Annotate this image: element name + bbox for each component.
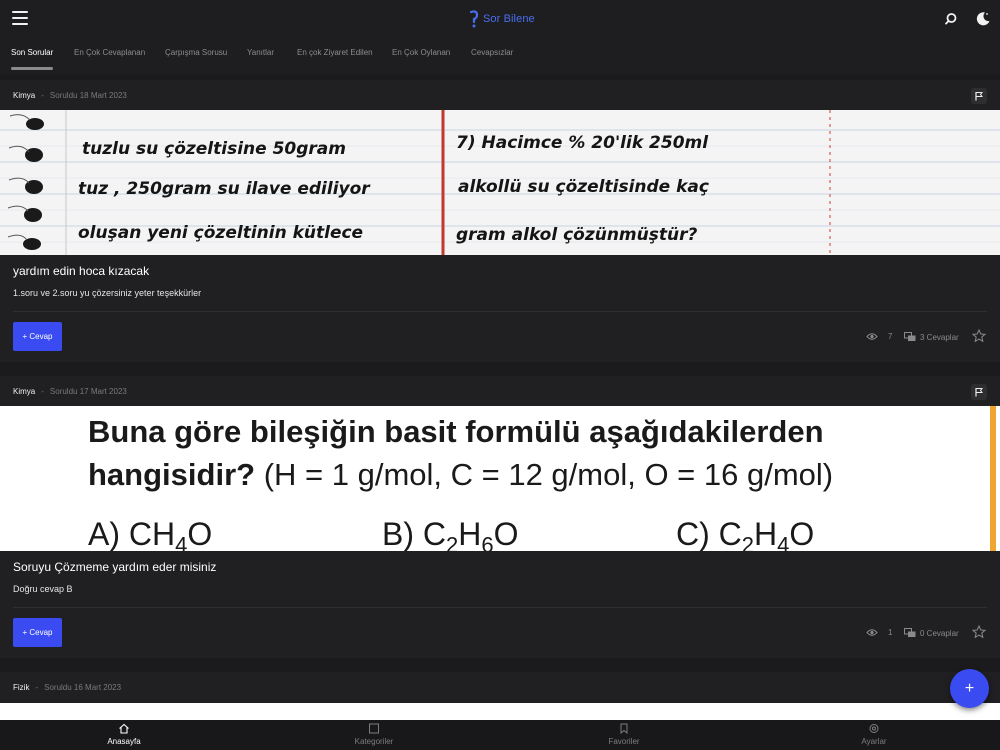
dark-mode-icon[interactable] <box>974 10 992 28</box>
image-text-line: hangisidir? (H = 1 g/mol, C = 12 g/mol, … <box>88 457 834 492</box>
settings-icon <box>869 724 879 733</box>
add-answer-button[interactable]: + Cevap <box>13 618 62 647</box>
card-divider <box>13 311 987 312</box>
nav-item-favoriler[interactable]: Favoriler <box>574 723 674 746</box>
nav-item-ayarlar[interactable]: Ayarlar <box>824 723 924 746</box>
question-date: Soruldu 17 Mart 2023 <box>49 387 127 396</box>
comments-icon <box>904 628 916 637</box>
active-tab-indicator <box>11 67 53 70</box>
question-date: Soruldu 16 Mart 2023 <box>44 683 122 692</box>
question-card: Kimya - Soruldu 18 Mart 2023 tuzlu su çö… <box>0 80 1000 362</box>
nav-label: Ayarlar <box>861 737 887 746</box>
comments-icon <box>904 332 916 341</box>
answer-option: B) C2H6O <box>382 516 519 551</box>
brand-logo[interactable]: Sor Bilene <box>468 8 535 30</box>
report-button[interactable] <box>971 88 987 104</box>
brand-name: Sor Bilene <box>483 13 535 25</box>
question-title[interactable]: Soruyu Çözmeme yardım eder misiniz <box>13 560 216 574</box>
question-image[interactable] <box>0 703 1000 720</box>
favorite-star-icon[interactable] <box>972 625 986 639</box>
answer-option: A) CH4O <box>88 516 213 551</box>
top-bar: Sor Bilene <box>0 0 1000 38</box>
nav-item-anasayfa[interactable]: Anasayfa <box>74 723 174 746</box>
menu-icon[interactable] <box>12 11 28 25</box>
question-card: Kimya - Soruldu 17 Mart 2023 Buna göre bil… <box>0 376 1000 658</box>
flag-icon <box>975 92 983 101</box>
nav-label: Anasayfa <box>107 737 141 746</box>
nav-item-kategoriler[interactable]: Kategoriler <box>324 723 424 746</box>
search-icon[interactable] <box>942 10 960 28</box>
question-category[interactable]: Fizik <box>13 683 29 692</box>
report-button[interactable] <box>971 384 987 400</box>
tab-cevapsizlar[interactable]: Cevapsızlar <box>471 48 513 57</box>
question-body: Doğru cevap B <box>13 584 73 594</box>
bottom-navigation: Anasayfa Kategoriler Favoriler Ayarlar <box>0 720 1000 750</box>
question-meta: Kimya - Soruldu 18 Mart 2023 <box>13 91 127 100</box>
add-answer-button[interactable]: + Cevap <box>13 322 62 351</box>
answer-count-label: 0 Cevaplar <box>920 628 959 638</box>
tab-en-cok-oylanan[interactable]: En Çok Oylanan <box>392 48 450 57</box>
question-image[interactable]: Buna göre bileşiğin basit formülü aşağıd… <box>0 406 1000 551</box>
view-count: 1 <box>866 628 892 637</box>
tab-son-sorular[interactable]: Son Sorular <box>11 48 53 57</box>
image-text-line: tuz , 250gram su ilave ediliyor <box>78 179 371 199</box>
view-count: 7 <box>866 332 892 341</box>
image-text-line: oluşan yeni çözeltinin kütlece <box>78 223 363 243</box>
tab-yanitlar[interactable]: Yanıtlar <box>247 48 274 57</box>
answer-option: C) C2H4O <box>676 516 815 551</box>
image-text-line: tuzlu su çözeltisine 50gram <box>82 139 346 159</box>
question-image[interactable]: tuzlu su çözeltisine 50gram tuz , 250gra… <box>0 110 1000 255</box>
answer-count: 0 Cevaplar <box>904 628 959 638</box>
question-meta: Fizik - Soruldu 16 Mart 2023 <box>13 683 122 692</box>
view-count-value: 1 <box>888 628 893 637</box>
question-body: 1.soru ve 2.soru yu çözersiniz yeter teş… <box>13 288 202 298</box>
categories-icon <box>369 723 379 734</box>
nav-label: Favoriler <box>608 737 640 746</box>
favorite-star-icon[interactable] <box>972 329 986 343</box>
image-edge-marker <box>990 406 996 551</box>
question-meta: Kimya - Soruldu 17 Mart 2023 <box>13 387 127 396</box>
question-card: Fizik - Soruldu 16 Mart 2023 <box>0 672 1000 720</box>
eye-icon <box>866 629 878 636</box>
ask-question-fab[interactable]: + <box>950 669 989 708</box>
question-title[interactable]: yardım edin hoca kızacak <box>13 264 149 278</box>
home-icon <box>119 723 129 734</box>
card-divider <box>13 607 987 608</box>
tab-en-cok-ziyaret-edilen[interactable]: En çok Ziyaret Edilen <box>297 48 373 57</box>
nav-label: Kategoriler <box>354 737 394 746</box>
question-category[interactable]: Kimya <box>13 387 35 396</box>
logo-mark-icon <box>469 10 479 28</box>
eye-icon <box>866 333 878 340</box>
answer-count-label: 3 Cevaplar <box>920 332 959 342</box>
question-date: Soruldu 18 Mart 2023 <box>49 91 127 100</box>
image-text-line: gram alkol çözünmüştür? <box>456 225 697 245</box>
view-count-value: 7 <box>888 332 893 341</box>
question-category[interactable]: Kimya <box>13 91 35 100</box>
question-tabs: Son Sorular En Çok Cevaplanan Çarpışma S… <box>0 38 1000 74</box>
bookmark-icon <box>620 723 628 734</box>
image-text-line: Buna göre bileşiğin basit formülü aşağıd… <box>88 414 824 449</box>
tab-carpisma-sorusu[interactable]: Çarpışma Sorusu <box>165 48 227 57</box>
answer-count: 3 Cevaplar <box>904 332 959 342</box>
image-text-line: alkollü su çözeltisinde kaç <box>458 177 709 197</box>
flag-icon <box>975 388 983 397</box>
tab-en-cok-cevaplanan[interactable]: En Çok Cevaplanan <box>74 48 145 57</box>
image-text-line: 7) Hacimce % 20'lik 250ml <box>456 133 709 153</box>
